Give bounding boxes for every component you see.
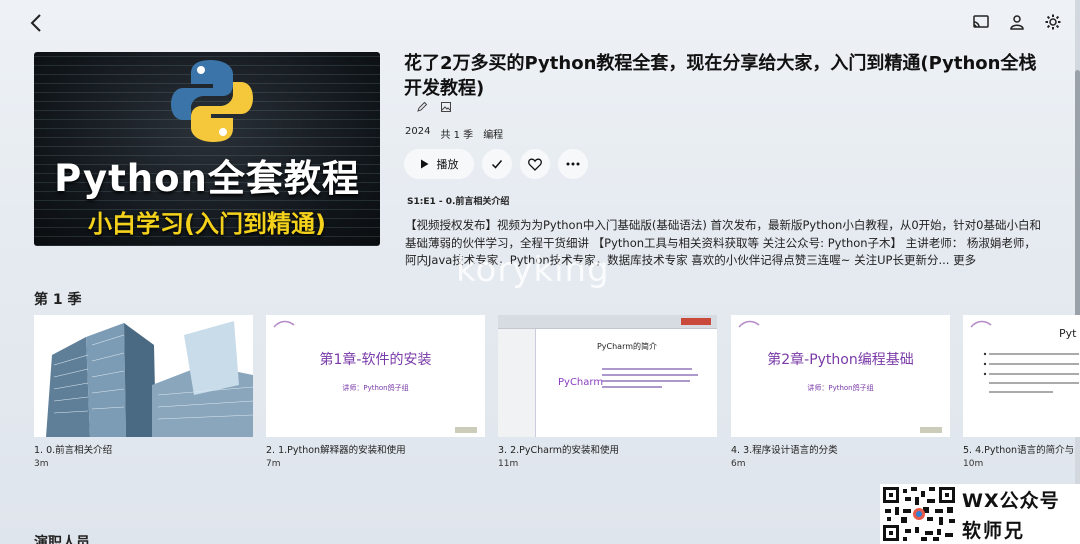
episode-card[interactable]: Pyt 5. 4.Python语言的简介与 10m (963, 315, 1080, 469)
city-image (46, 321, 253, 437)
ppt-ribbon-accent (681, 318, 711, 325)
episode-thumbnail[interactable]: Pyt (963, 315, 1080, 437)
gear-icon[interactable] (1044, 13, 1062, 31)
image-icon[interactable] (440, 101, 452, 113)
episode-card[interactable]: 第2章-Python编程基础 讲师：Python鸽子组 4. 3.程序设计语言的… (731, 315, 950, 469)
show-meta: 2024 共 1 季 编程 (405, 126, 503, 141)
show-title: 花了2万多买的Python教程全套，现在分享给大家，入门到精通(Python全栈… (404, 53, 1037, 99)
heart-icon (528, 158, 542, 171)
play-button-label: 播放 (436, 158, 459, 171)
episode-thumbnail[interactable]: 第2章-Python编程基础 讲师：Python鸽子组 (731, 315, 950, 437)
episode-title: 3. 2.PyCharm的安装和使用 (498, 445, 619, 456)
show-seasons: 共 1 季 (440, 130, 474, 141)
cast-heading: 演职人员 (34, 535, 90, 544)
qr-code-icon (881, 485, 957, 543)
watermark: koryking (456, 250, 610, 290)
slide-title: 第1章-软件的安装 (319, 352, 432, 368)
episode-thumbnail[interactable] (34, 315, 253, 437)
wx-name: 软师兄 (962, 520, 1026, 542)
show-poster: Python全套教程 小白学习(入门到精通) (34, 52, 380, 246)
slide-subtitle: 讲师：Python鸽子组 (342, 384, 409, 392)
poster-title: Python全套教程 (54, 157, 360, 200)
slide-subtitle: 讲师：Python鸽子组 (807, 384, 874, 392)
slide-brand-logo (273, 320, 295, 328)
action-bar: 播放 (404, 149, 588, 179)
check-icon (491, 160, 503, 169)
episode-thumbnail[interactable]: PyCharm的简介 PyCharm (498, 315, 717, 437)
show-year: 2024 (405, 126, 431, 137)
episode-duration: 3m (34, 459, 49, 469)
play-icon (420, 159, 428, 169)
pencil-icon[interactable] (416, 101, 428, 113)
episode-title: 4. 3.程序设计语言的分类 (731, 445, 838, 456)
poster-subtitle: 小白学习(入门到精通) (88, 210, 326, 238)
episode-title: 2. 1.Python解释器的安装和使用 (266, 445, 406, 456)
wx-qr-overlay: WX公众号 软师兄 (880, 484, 1080, 544)
slide-title: PyCharm的简介 (596, 342, 658, 351)
slide-brand-logo (970, 320, 992, 328)
slide-corner-mark (455, 427, 477, 433)
play-button[interactable]: 播放 (404, 149, 474, 179)
mark-watched-button[interactable] (482, 149, 512, 179)
user-icon[interactable] (1008, 13, 1026, 31)
episode-duration: 10m (963, 459, 984, 469)
slide-brand-logo (738, 320, 760, 328)
episode-card[interactable]: 1. 0.前言相关介绍 3m (34, 315, 253, 469)
episode-duration: 6m (731, 459, 746, 469)
episode-card[interactable]: PyCharm的简介 PyCharm 3. 2.PyCharm的安装和使用 11… (498, 315, 717, 469)
season-heading[interactable]: 第 1 季 (34, 289, 82, 309)
episode-card[interactable]: 第1章-软件的安装 讲师：Python鸽子组 2. 1.Python解释器的安装… (266, 315, 485, 469)
slide-bullet-lines (983, 352, 1079, 393)
show-genre[interactable]: 编程 (483, 126, 503, 141)
edit-tools (416, 101, 452, 113)
top-bar-actions (972, 13, 1062, 31)
slide-title: 第2章-Python编程基础 (767, 352, 914, 368)
slide-corner-mark (920, 427, 942, 433)
slide-logo-text: PyCharm (558, 377, 604, 388)
cast-icon[interactable] (972, 13, 990, 31)
episode-duration: 11m (498, 459, 519, 469)
episode-duration: 7m (266, 459, 281, 469)
slide-title: Pyt (1059, 327, 1077, 340)
more-icon (566, 162, 580, 166)
top-bar (0, 0, 1080, 48)
episode-title: 5. 4.Python语言的简介与 (963, 445, 1075, 456)
arrow-left-icon[interactable] (26, 12, 48, 34)
current-episode: S1:E1 - 0.前言相关介绍 (407, 197, 510, 207)
favorite-button[interactable] (520, 149, 550, 179)
slide-text-lines (602, 368, 698, 388)
ppt-slide: PyCharm的简介 PyCharm (540, 333, 714, 433)
python-logo (171, 60, 253, 142)
wx-label: WX公众号 (962, 490, 1060, 512)
ppt-ribbon (498, 315, 717, 329)
more-options-button[interactable] (558, 149, 588, 179)
episode-thumbnail[interactable]: 第1章-软件的安装 讲师：Python鸽子组 (266, 315, 485, 437)
ppt-slide-panel (498, 329, 536, 437)
more-link[interactable]: 更多 (953, 253, 976, 267)
scrollbar-thumb[interactable] (1075, 70, 1080, 330)
episode-title: 1. 0.前言相关介绍 (34, 445, 113, 456)
